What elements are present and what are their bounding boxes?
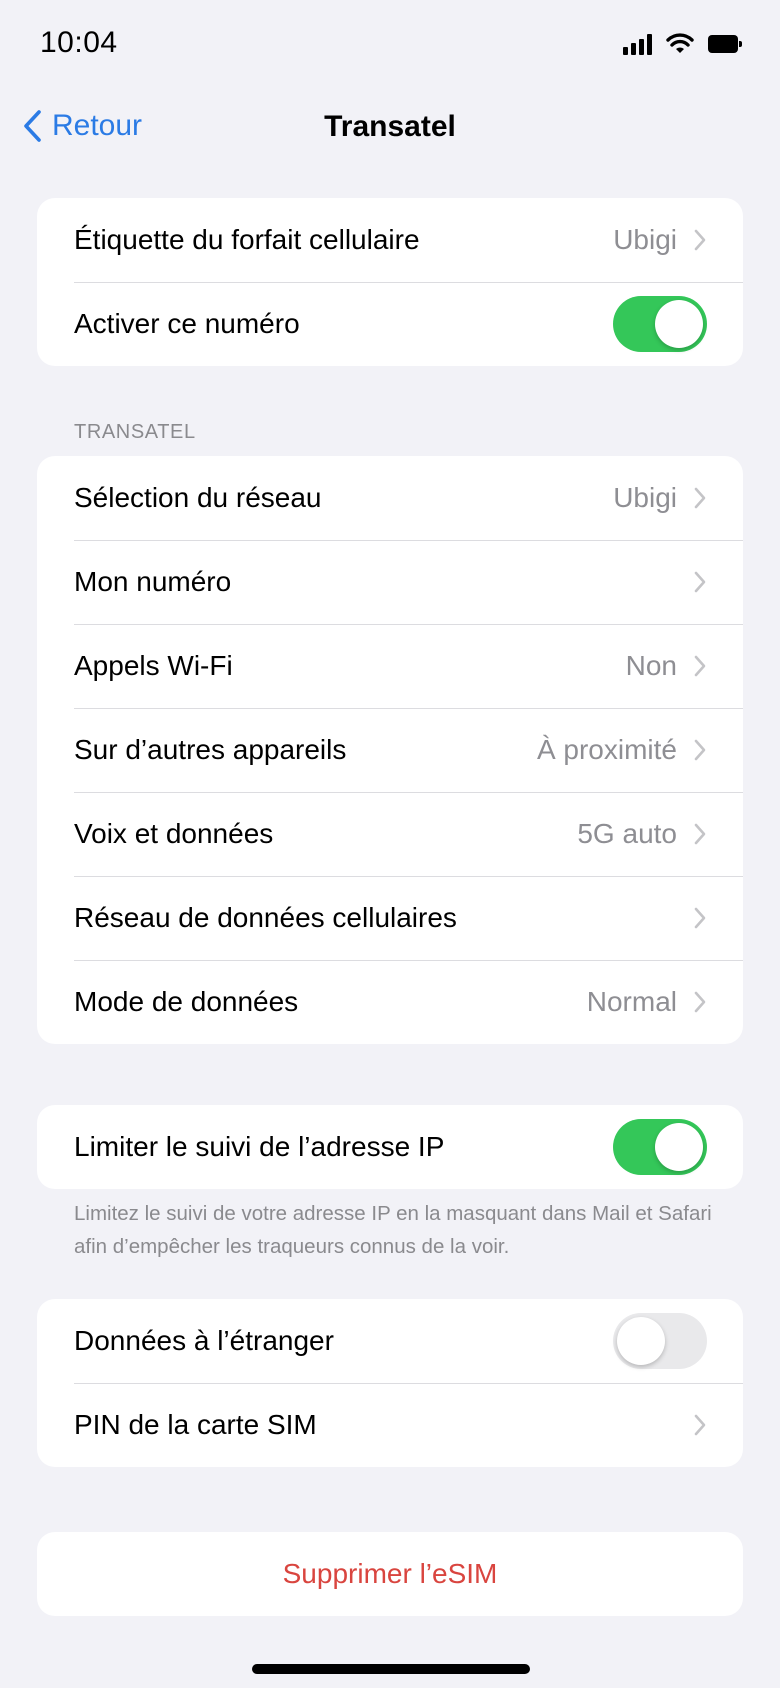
chevron-right-icon [694,739,706,761]
toggle-knob [655,1123,703,1171]
row-value: Ubigi [613,482,677,513]
row-my-number[interactable]: Mon numéro [37,540,743,624]
row-label: Sur d’autres appareils [74,734,347,765]
data-roaming-toggle[interactable] [613,1313,707,1369]
page-title: Transatel [324,110,456,143]
row-label: Voix et données [74,818,274,849]
chevron-right-icon [694,823,706,845]
row-label: Appels Wi-Fi [74,650,233,681]
row-other-devices[interactable]: Sur d’autres appareils À proximité [37,708,743,792]
sim-group: Données à l’étranger PIN de la carte SIM [37,1299,743,1467]
row-value: Non [625,650,677,681]
row-sim-pin[interactable]: PIN de la carte SIM [37,1383,743,1467]
row-value: 5G auto [577,818,677,849]
toggle-knob [617,1317,665,1365]
status-icons [623,30,742,58]
chevron-right-icon [694,487,706,509]
row-cellular-data-network[interactable]: Réseau de données cellulaires [37,876,743,960]
row-value: À proximité [536,734,677,765]
ip-tracking-footer: Limitez le suivi de votre adresse IP en … [74,1202,712,1258]
row-plan-label[interactable]: Étiquette du forfait cellulaire Ubigi [37,198,743,282]
row-label: Limiter le suivi de l’adresse IP [74,1131,445,1162]
row-network-selection[interactable]: Sélection du réseau Ubigi [37,456,743,540]
delete-esim-group: Supprimer l’eSIM [37,1532,743,1616]
chevron-right-icon [694,1414,706,1436]
wifi-icon [666,33,694,53]
row-label: PIN de la carte SIM [74,1409,317,1440]
toggle-knob [655,300,703,348]
status-time: 10:04 [40,26,118,59]
row-value: Normal [586,986,677,1017]
chevron-right-icon [694,571,706,593]
status-bar: 10:04 [0,0,780,86]
chevron-right-icon [694,229,706,251]
row-label: Mode de données [74,986,299,1017]
settings-screen: 10:04 Retour Transatel Étiquette du forf… [0,0,780,1688]
row-voice-data[interactable]: Voix et données 5G auto [37,792,743,876]
battery-icon [708,35,742,53]
row-wifi-calling[interactable]: Appels Wi-Fi Non [37,624,743,708]
row-label: Étiquette du forfait cellulaire [74,224,420,255]
row-label: Données à l’étranger [74,1325,334,1356]
row-limit-ip-tracking: Limiter le suivi de l’adresse IP [37,1105,743,1189]
transatel-group: Sélection du réseau Ubigi Mon numéro App… [37,456,743,1044]
navigation-bar: Retour Transatel [0,96,780,156]
row-label: Mon numéro [74,566,232,597]
home-indicator [252,1664,530,1674]
chevron-right-icon [694,655,706,677]
chevron-right-icon [694,907,706,929]
ip-tracking-group: Limiter le suivi de l’adresse IP [37,1105,743,1189]
row-value: Ubigi [613,224,677,255]
row-label: Sélection du réseau [74,482,322,513]
section-header: TRANSATEL [74,421,196,443]
limit-ip-tracking-toggle[interactable] [613,1119,707,1175]
cellular-signal-icon [623,33,652,55]
row-data-roaming: Données à l’étranger [37,1299,743,1383]
chevron-right-icon [694,991,706,1013]
row-data-mode[interactable]: Mode de données Normal [37,960,743,1044]
row-label: Réseau de données cellulaires [74,902,457,933]
delete-esim-button[interactable]: Supprimer l’eSIM [37,1532,743,1616]
delete-esim-label: Supprimer l’eSIM [282,1558,498,1589]
row-label: Activer ce numéro [74,308,300,339]
row-activate-number: Activer ce numéro [37,282,743,366]
activate-number-toggle[interactable] [613,296,707,352]
plan-group: Étiquette du forfait cellulaire Ubigi Ac… [37,198,743,366]
